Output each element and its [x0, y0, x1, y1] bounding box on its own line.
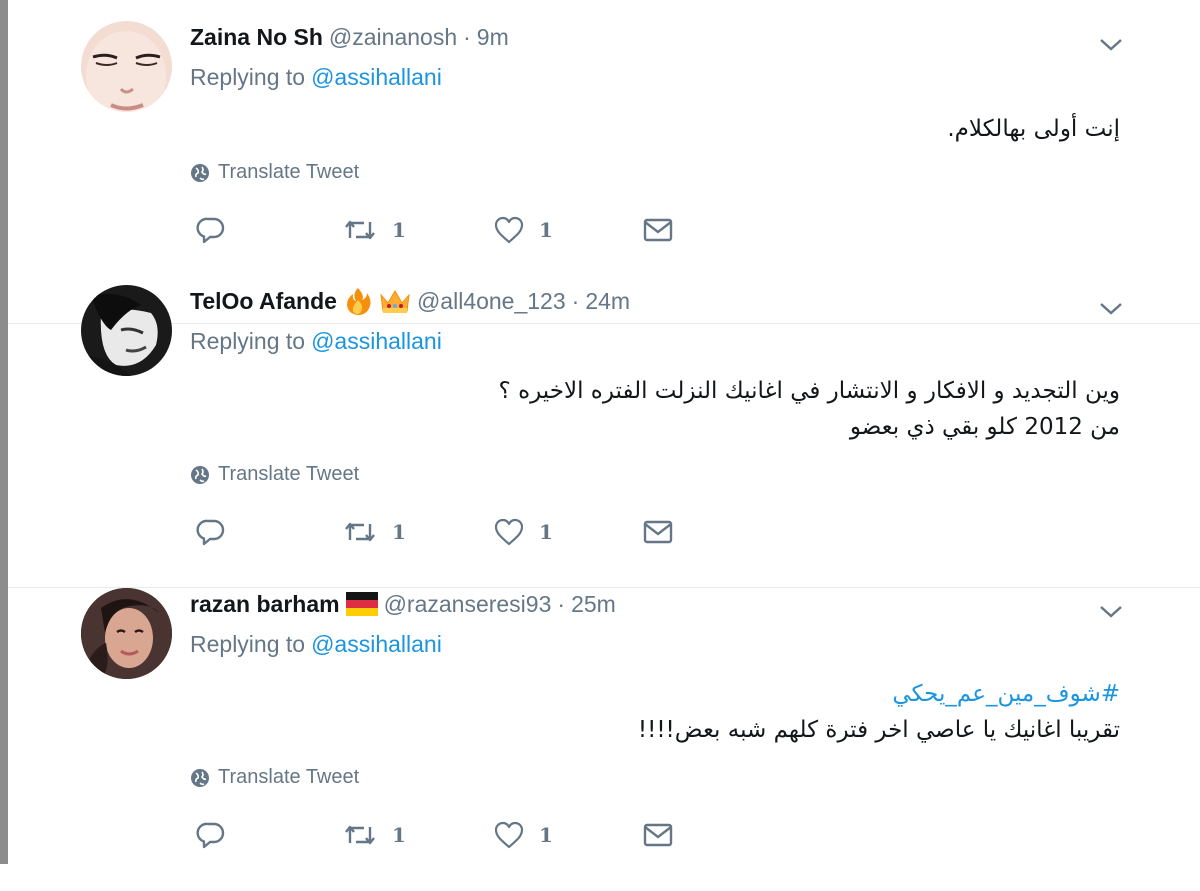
- avatar[interactable]: [81, 285, 172, 376]
- direct-message-icon: [643, 823, 673, 847]
- like-icon: [494, 216, 524, 244]
- tweet-actions: 1 1: [190, 815, 710, 855]
- retweet-count: 1: [392, 823, 406, 847]
- user-handle[interactable]: @zainanosh: [329, 24, 457, 51]
- retweet-button[interactable]: 1: [342, 210, 406, 250]
- tweet-actions: 1 1: [190, 512, 710, 552]
- germany-flag-emoji: [345, 592, 378, 616]
- tweet-text-line: من 2012 كلو بقي ذي بعضو: [849, 414, 1120, 440]
- user-handle[interactable]: @razanseresi93: [384, 591, 552, 618]
- retweet-button[interactable]: 1: [342, 512, 406, 552]
- retweet-count: 1: [392, 218, 406, 242]
- translate-tweet-button[interactable]: Translate Tweet: [190, 161, 359, 184]
- tweet-text-line: تقريبا اغانيك يا عاصي اخر فترة كلهم شبه …: [637, 717, 1120, 743]
- display-name[interactable]: razan barham: [190, 591, 340, 618]
- avatar[interactable]: [81, 21, 172, 112]
- tweet-header: razan barham @razanseresi93 · 25m: [190, 589, 616, 619]
- replying-to: Replying to @assihallani: [190, 631, 442, 658]
- timestamp[interactable]: 9m: [477, 24, 509, 51]
- tweet-text-line: وين التجديد و الافكار و الانتشار في اغان…: [498, 378, 1120, 404]
- timestamp[interactable]: 25m: [571, 591, 616, 618]
- retweet-count: 1: [392, 520, 406, 544]
- like-count: 1: [539, 218, 553, 242]
- tweet-header: TelOo Afande @all4one_123 · 24m: [190, 286, 630, 316]
- direct-message-button[interactable]: [642, 512, 674, 552]
- reply-button[interactable]: [195, 210, 227, 250]
- like-count: 1: [539, 520, 553, 544]
- direct-message-button[interactable]: [642, 815, 674, 855]
- translate-label: Translate Tweet: [218, 766, 360, 788]
- mention-link[interactable]: @assihallani: [311, 64, 442, 90]
- translate-tweet-button[interactable]: Translate Tweet: [190, 463, 359, 486]
- display-name[interactable]: Zaina No Sh: [190, 24, 323, 51]
- hashtag-link[interactable]: #شوف_مين_عم_يحكي: [638, 676, 1120, 712]
- replying-to: Replying to @assihallani: [190, 64, 442, 91]
- globe-icon: [191, 768, 209, 787]
- tweet-card[interactable]: Zaina No Sh @zainanosh · 9m Replying to @…: [8, 21, 1200, 324]
- retweet-icon: [345, 220, 375, 240]
- direct-message-icon: [643, 520, 673, 544]
- tweet-text: #شوف_مين_عم_يحكي تقريبا اغانيك يا عاصي ا…: [638, 676, 1120, 748]
- replying-to-label: Replying to: [190, 64, 306, 90]
- translate-label: Translate Tweet: [218, 463, 360, 485]
- separator-dot: ·: [557, 590, 566, 617]
- timestamp[interactable]: 24m: [585, 288, 630, 315]
- tweet-header: Zaina No Sh @zainanosh · 9m: [190, 22, 509, 52]
- retweet-button[interactable]: 1: [342, 815, 406, 855]
- direct-message-icon: [643, 218, 673, 242]
- mention-link[interactable]: @assihallani: [311, 328, 442, 354]
- reply-button[interactable]: [195, 512, 227, 552]
- separator-dot: ·: [571, 287, 580, 314]
- mention-link[interactable]: @assihallani: [311, 631, 442, 657]
- reply-icon: [196, 822, 225, 849]
- retweet-icon: [345, 825, 375, 845]
- translate-label: Translate Tweet: [218, 161, 360, 183]
- direct-message-button[interactable]: [642, 210, 674, 250]
- reply-button[interactable]: [195, 815, 227, 855]
- tweet-text: وين التجديد و الافكار و الانتشار في اغان…: [499, 373, 1120, 445]
- like-icon: [494, 518, 524, 546]
- reply-icon: [196, 519, 225, 546]
- tweet-text: إنت أولى بهالكلام.: [947, 111, 1120, 147]
- chevron-down-icon[interactable]: [1096, 599, 1126, 623]
- like-button[interactable]: 1: [493, 210, 553, 250]
- tweet-text-line: إنت أولى بهالكلام.: [947, 116, 1120, 142]
- globe-icon: [191, 163, 209, 182]
- display-name[interactable]: TelOo Afande: [190, 288, 337, 315]
- avatar[interactable]: [81, 588, 172, 679]
- tweet-actions: 1 1: [190, 210, 710, 250]
- globe-icon: [191, 465, 209, 484]
- replying-to: Replying to @assihallani: [190, 328, 442, 355]
- user-handle[interactable]: @all4one_123: [417, 288, 566, 315]
- translate-tweet-button[interactable]: Translate Tweet: [190, 766, 359, 789]
- reply-icon: [196, 217, 225, 244]
- like-icon: [494, 821, 524, 849]
- like-count: 1: [539, 823, 553, 847]
- retweet-icon: [345, 522, 375, 542]
- chevron-down-icon[interactable]: [1096, 296, 1126, 320]
- tweet-card[interactable]: razan barham @razanseresi93 · 25m Replyi…: [8, 588, 1200, 891]
- crown-emoji: [379, 287, 411, 315]
- like-button[interactable]: 1: [493, 512, 553, 552]
- replying-to-label: Replying to: [190, 631, 306, 657]
- fire-emoji: [343, 286, 373, 316]
- replying-to-label: Replying to: [190, 328, 306, 354]
- tweet-card[interactable]: TelOo Afande @all4one_123 · 24m Replying…: [8, 285, 1200, 588]
- chevron-down-icon[interactable]: [1096, 32, 1126, 56]
- separator-dot: ·: [463, 23, 471, 50]
- like-button[interactable]: 1: [493, 815, 553, 855]
- window-left-edge: [0, 0, 8, 864]
